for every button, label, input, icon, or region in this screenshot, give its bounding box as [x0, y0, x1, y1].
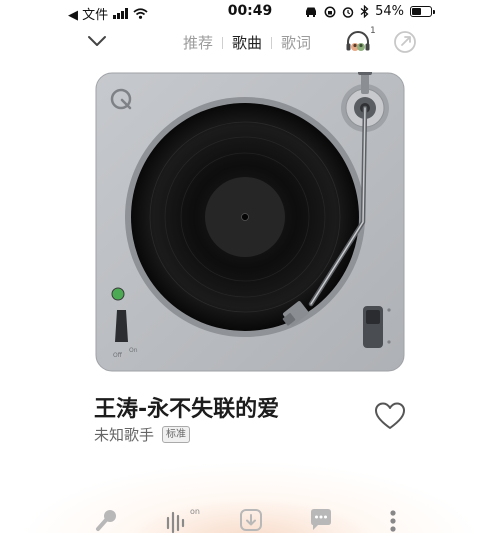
player-tabs: 推荐 歌曲 歌词	[183, 32, 311, 53]
status-bar: ◀ 文件 00:49 54%	[0, 0, 500, 24]
artist-row: 未知歌手 标准	[94, 424, 191, 445]
collapse-chevron-down-icon[interactable]	[84, 28, 110, 54]
tab-song[interactable]: 歌曲	[232, 32, 262, 53]
switch-off-label: Off	[113, 352, 123, 359]
car-icon	[306, 7, 317, 17]
song-title: 王涛-永不失联的爱	[94, 397, 280, 422]
tab-recommend[interactable]: 推荐	[183, 32, 213, 53]
tab-divider	[271, 36, 273, 49]
comment-icon[interactable]	[306, 506, 336, 534]
tab-divider	[222, 36, 224, 49]
share-arrow-icon[interactable]	[393, 30, 417, 54]
listen-together-count: 1	[370, 26, 376, 36]
like-heart-icon[interactable]	[374, 401, 406, 431]
more-options-icon[interactable]	[378, 506, 408, 534]
battery-icon	[410, 6, 435, 17]
battery-percent: 54%	[375, 4, 404, 19]
artist-name[interactable]: 未知歌手	[94, 424, 154, 445]
sound-effect-waveform-icon[interactable]	[161, 506, 191, 534]
bluetooth-icon	[360, 5, 369, 18]
spindle	[241, 213, 249, 221]
status-right: 54%	[304, 4, 435, 19]
quality-badge[interactable]: 标准	[162, 426, 191, 443]
listen-together-headphones-icon[interactable]	[344, 28, 372, 56]
player-toolbar	[0, 502, 500, 534]
karaoke-microphone-icon[interactable]	[91, 506, 121, 534]
player-top-nav: 推荐 歌曲 歌词 1	[0, 24, 500, 62]
switch-on-label: On	[129, 347, 138, 354]
download-icon[interactable]	[236, 506, 266, 534]
effect-on-label: on	[190, 507, 200, 516]
tab-lyrics[interactable]: 歌词	[281, 32, 311, 53]
turntable-artwork: Off On	[95, 72, 405, 372]
alarm-icon	[342, 6, 354, 18]
rotation-lock-icon	[324, 6, 336, 17]
